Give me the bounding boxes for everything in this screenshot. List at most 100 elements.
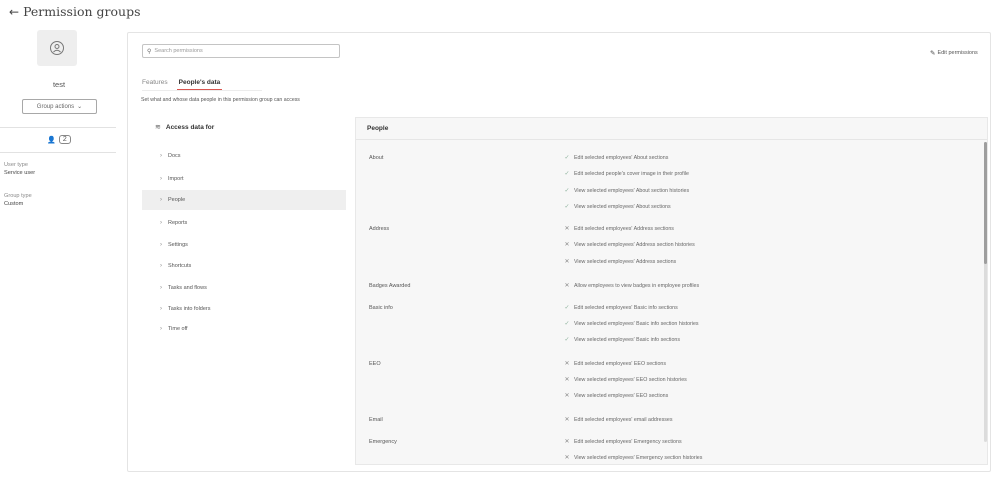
- permission-row: ✕ View selected employees' EEO section h…: [564, 377, 687, 383]
- permission-row: ✕ View selected employees' Address secti…: [564, 242, 695, 248]
- section-about: About: [369, 155, 384, 161]
- scrollbar-thumb[interactable]: [984, 142, 987, 264]
- permission-row: ✓ View selected employees' About section…: [564, 188, 689, 194]
- section-eeo: EEO: [369, 361, 381, 367]
- chevron-right-icon: ›: [160, 176, 162, 182]
- access-item-tasks-into-folders[interactable]: › Tasks into folders: [142, 299, 346, 319]
- cross-icon: ✕: [564, 242, 570, 248]
- cross-icon: ✕: [564, 455, 570, 461]
- access-item-label: Shortcuts: [168, 263, 192, 269]
- chevron-right-icon: ›: [160, 242, 162, 248]
- chevron-right-icon: ›: [160, 197, 162, 203]
- access-item-tasks-and-flows[interactable]: › Tasks and flows: [142, 278, 346, 298]
- tab-features[interactable]: Features: [142, 78, 168, 90]
- search-box[interactable]: ⚲: [142, 44, 340, 58]
- group-actions-button[interactable]: Group actions ⌄: [22, 99, 97, 114]
- section-email: Email: [369, 417, 383, 423]
- permission-text: View selected employees' EEO section his…: [574, 377, 687, 383]
- group-sidebar: test Group actions ⌄ 👤 2 User type Servi…: [0, 30, 118, 230]
- section-badges-awarded: Badges Awarded: [369, 283, 411, 289]
- permission-text: View selected employees' About section h…: [574, 188, 690, 194]
- check-icon: ✓: [564, 188, 570, 194]
- access-item-import[interactable]: › Import: [142, 169, 346, 189]
- access-item-label: Reports: [168, 220, 188, 226]
- access-item-people[interactable]: › People: [142, 190, 346, 210]
- permission-text: Edit selected employees' About sections: [574, 155, 669, 161]
- chevron-right-icon: ›: [160, 220, 162, 226]
- user-type-info: User type Service user: [4, 161, 35, 177]
- cross-icon: ✕: [564, 259, 570, 265]
- access-item-docs[interactable]: › Docs: [142, 146, 346, 166]
- permission-text: Allow employees to view badges in employ…: [574, 283, 700, 289]
- member-count[interactable]: 👤 2: [0, 135, 118, 144]
- chevron-right-icon: ›: [160, 285, 162, 291]
- permission-row: ✓ Edit selected employees' About section…: [564, 155, 668, 161]
- group-type-value: Custom: [4, 201, 24, 207]
- tab-bar: Features People's data: [142, 78, 231, 91]
- check-icon: ✓: [564, 321, 570, 327]
- permission-text: View selected employees' Basic info sect…: [574, 321, 699, 327]
- permission-row: ✕ Edit selected employees' Emergency sec…: [564, 439, 682, 445]
- access-data-header: ≋ Access data for: [142, 117, 346, 137]
- permission-text: View selected employees' Basic info sect…: [574, 337, 681, 343]
- permission-row: ✕ Edit selected employees' EEO sections: [564, 361, 666, 367]
- permission-text: View selected employees' Address section…: [574, 242, 695, 248]
- people-panel-header: People: [356, 118, 987, 140]
- access-item-label: People: [168, 197, 186, 203]
- divider: [0, 152, 116, 153]
- permission-text: View selected employees' Address section…: [574, 259, 677, 265]
- group-type-label: Group type: [4, 193, 32, 199]
- back-to-permission-groups-link[interactable]: ← Permission groups: [9, 5, 140, 19]
- page-title: Permission groups: [23, 4, 141, 19]
- permission-text: Edit selected employees' Address section…: [574, 226, 674, 232]
- chevron-right-icon: ›: [160, 263, 162, 269]
- edit-permissions-label: Edit permissions: [937, 50, 978, 56]
- access-item-reports[interactable]: › Reports: [142, 213, 346, 233]
- access-item-label: Tasks and flows: [168, 285, 207, 291]
- search-input[interactable]: [154, 48, 335, 54]
- cross-icon: ✕: [564, 226, 570, 232]
- cross-icon: ✕: [564, 377, 570, 383]
- group-avatar: [37, 30, 77, 66]
- permission-row: ✓ View selected employees' Basic info se…: [564, 321, 699, 327]
- permission-text: Edit selected employees' email addresses: [574, 417, 673, 423]
- permission-row: ✕ Allow employees to view badges in empl…: [564, 283, 699, 289]
- top-bar: ← Permission groups: [0, 0, 1000, 24]
- access-data-title: Access data for: [165, 123, 215, 131]
- cross-icon: ✕: [564, 361, 570, 367]
- access-item-label: Import: [168, 176, 184, 182]
- tab-underline: [142, 90, 262, 91]
- permission-text: Edit selected people's cover image in th…: [574, 171, 689, 177]
- pencil-icon: ✎: [930, 50, 936, 57]
- access-item-label: Settings: [168, 242, 188, 248]
- group-type-info: Group type Custom: [4, 192, 32, 208]
- permission-text: View selected employees' About sections: [574, 204, 671, 210]
- section-address: Address: [369, 226, 390, 232]
- access-item-label: Time off: [168, 326, 188, 332]
- access-item-time-off[interactable]: › Time off: [142, 319, 346, 339]
- check-icon: ✓: [564, 204, 570, 210]
- permission-row: ✓ Edit selected people's cover image in …: [564, 171, 689, 177]
- people-panel-title: People: [367, 125, 389, 132]
- user-type-value: Service user: [4, 170, 36, 176]
- permission-text: Edit selected employees' Basic info sect…: [574, 305, 678, 311]
- permission-row: ✓ Edit selected employees' Basic info se…: [564, 305, 678, 311]
- permission-row: ✓ View selected employees' About section…: [564, 204, 671, 210]
- tab-description: Set what and whose data people in this p…: [141, 97, 300, 103]
- back-arrow-icon: ←: [9, 5, 20, 19]
- edit-permissions-button[interactable]: ✎ Edit permissions: [930, 49, 978, 57]
- access-data-panel: ≋ Access data for › Docs › Import › Peop…: [142, 117, 346, 332]
- cross-icon: ✕: [564, 417, 570, 423]
- permission-text: Edit selected employees' Emergency secti…: [574, 439, 682, 445]
- section-basic-info: Basic info: [369, 305, 393, 311]
- access-item-settings[interactable]: › Settings: [142, 235, 346, 255]
- check-icon: ✓: [564, 155, 570, 161]
- chevron-right-icon: ›: [160, 326, 162, 332]
- tab-peoples-data[interactable]: People's data: [176, 78, 222, 91]
- permission-text: Edit selected employees' EEO sections: [574, 361, 666, 367]
- check-icon: ✓: [564, 305, 570, 311]
- access-item-shortcuts[interactable]: › Shortcuts: [142, 256, 346, 276]
- chevron-right-icon: ›: [160, 306, 162, 312]
- access-item-label: Docs: [168, 153, 181, 159]
- permission-text: View selected employees' EEO sections: [574, 393, 669, 399]
